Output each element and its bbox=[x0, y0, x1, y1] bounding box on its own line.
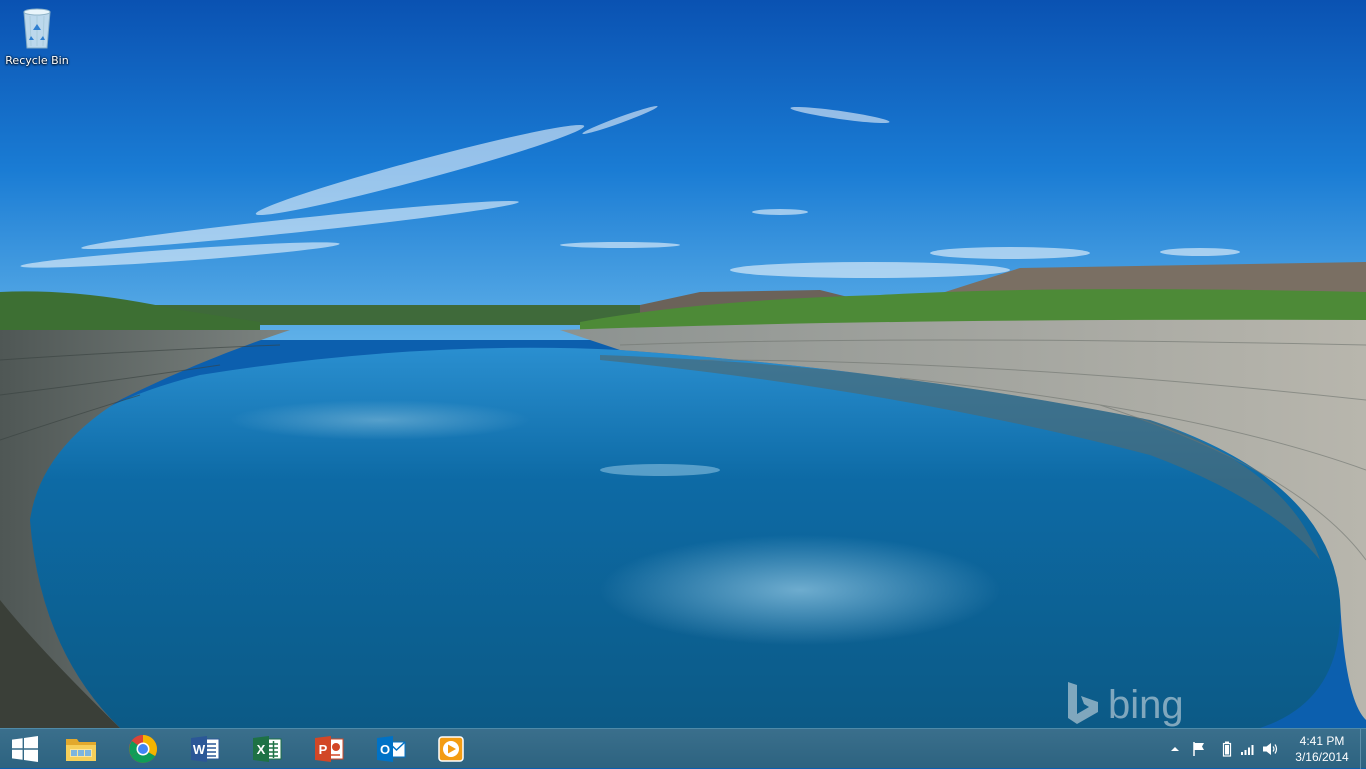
windows-logo-icon bbox=[12, 736, 38, 762]
network-signal-icon[interactable] bbox=[1239, 740, 1257, 758]
chrome-icon bbox=[128, 734, 158, 764]
bing-logo-icon bbox=[1066, 680, 1100, 728]
taskbar-file-explorer[interactable] bbox=[57, 731, 105, 767]
desktop[interactable]: Recycle Bin bing bbox=[0, 0, 1366, 728]
bing-watermark: bing bbox=[1066, 680, 1184, 728]
clock-date: 3/16/2014 bbox=[1295, 750, 1349, 764]
battery-icon[interactable] bbox=[1218, 740, 1236, 758]
recycle-bin-icon bbox=[19, 6, 55, 52]
taskbar-powerpoint[interactable]: P bbox=[305, 731, 353, 767]
action-center-flag-icon[interactable] bbox=[1190, 740, 1208, 758]
file-explorer-icon bbox=[65, 735, 97, 763]
show-hidden-icons-chevron[interactable] bbox=[1166, 740, 1184, 758]
recycle-bin[interactable]: Recycle Bin bbox=[0, 6, 74, 67]
taskbar-clock[interactable]: 4:41 PM 3/16/2014 bbox=[1284, 733, 1360, 765]
wallpaper-quarry-lake bbox=[0, 0, 1366, 728]
svg-text:O: O bbox=[380, 742, 390, 757]
powerpoint-icon: P bbox=[314, 735, 344, 763]
clock-time: 4:41 PM bbox=[1299, 734, 1345, 748]
svg-text:X: X bbox=[257, 742, 266, 757]
taskbar-chrome[interactable] bbox=[119, 731, 167, 767]
outlook-icon: O bbox=[376, 735, 406, 763]
media-player-icon bbox=[437, 735, 465, 763]
svg-text:P: P bbox=[319, 742, 328, 757]
start-button[interactable] bbox=[0, 731, 50, 767]
taskbar-word[interactable]: W bbox=[181, 731, 229, 767]
excel-icon: X bbox=[252, 735, 282, 763]
svg-text:W: W bbox=[193, 742, 206, 757]
taskbar-outlook[interactable]: O bbox=[367, 731, 415, 767]
taskbar: W X P O 4:41 PM 3/16/2014 bbox=[0, 728, 1366, 769]
bing-wordmark: bing bbox=[1108, 682, 1184, 727]
show-desktop-button[interactable] bbox=[1360, 729, 1366, 769]
volume-icon[interactable] bbox=[1262, 740, 1280, 758]
recycle-bin-label: Recycle Bin bbox=[5, 54, 69, 67]
taskbar-media-player[interactable] bbox=[427, 731, 475, 767]
taskbar-excel[interactable]: X bbox=[243, 731, 291, 767]
word-icon: W bbox=[190, 735, 220, 763]
